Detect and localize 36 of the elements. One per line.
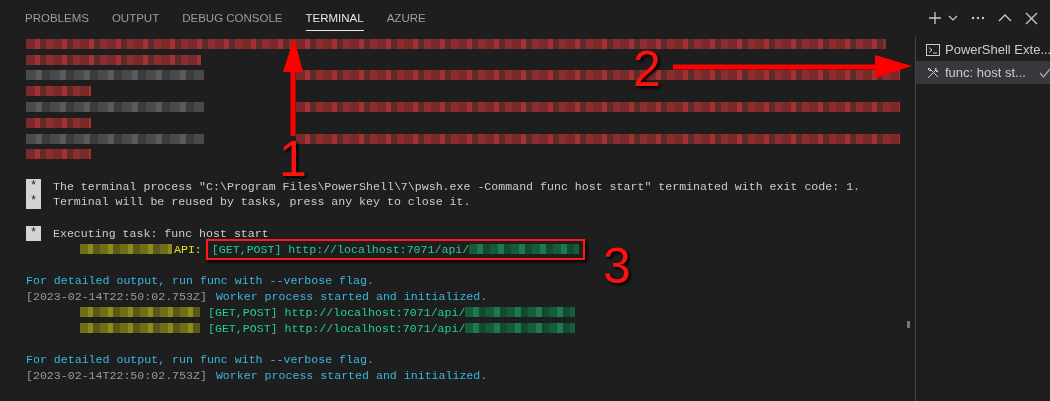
asterisk-badge: * xyxy=(26,178,41,194)
panel-tab[interactable]: OUTPUT xyxy=(111,5,160,31)
panel-tab[interactable]: TERMINAL xyxy=(305,5,364,31)
timestamp: [2023-02-14T22:50:02.753Z] xyxy=(26,290,207,304)
terminal-line: Worker process started and initialized. xyxy=(215,369,488,383)
caret-up-icon[interactable] xyxy=(998,14,1012,22)
route-url: [GET,POST] http://localhost:7071/api/ xyxy=(208,305,466,319)
add-icon[interactable] xyxy=(928,11,942,25)
scrollbar-thumb[interactable] xyxy=(907,321,910,328)
panel-tab[interactable]: DEBUG CONSOLE xyxy=(182,5,283,31)
annotation-number: 3 xyxy=(603,241,631,291)
timestamp: [2023-02-14T22:50:02.753Z] xyxy=(26,369,207,383)
terminal-line: Terminal will be reused by tasks, press any key to close it. xyxy=(53,195,471,209)
tools-icon xyxy=(926,65,940,80)
terminal-list-item[interactable]: PowerShell Exte... xyxy=(916,38,1050,61)
annotation-number: 2 xyxy=(633,44,661,94)
panel-tab[interactable]: AZURE xyxy=(386,5,426,31)
terminal-line: For detailed output, run func with --verbose flag. xyxy=(26,353,374,367)
more-icon[interactable] xyxy=(971,16,985,20)
terminal-line: The terminal process "C:\Program Files\PowerShell\7\pwsh.exe -Command func host start" terminated with exit code: 1. xyxy=(53,179,861,193)
terminal-line: Executing task: func host start xyxy=(53,226,269,240)
panel-tab[interactable]: PROBLEMS xyxy=(25,5,89,31)
terminal-line: Worker process started and initialized. xyxy=(215,290,488,304)
redacted-block xyxy=(26,86,91,97)
redacted-block xyxy=(26,117,91,128)
chevron-down-icon[interactable] xyxy=(948,15,958,21)
terminal-list-item[interactable]: func: host st... xyxy=(916,61,1050,84)
terminal-line: For detailed output, run func with --verbose flag. xyxy=(26,274,374,288)
redacted-block xyxy=(26,149,91,160)
terminal-icon xyxy=(926,42,940,57)
asterisk-badge: * xyxy=(26,225,41,241)
route-url: [GET,POST] http://localhost:7071/api/ xyxy=(208,321,466,335)
route-url: [GET,POST] http://localhost:7071/api/ xyxy=(211,242,470,256)
asterisk-badge: * xyxy=(26,194,41,210)
close-icon[interactable] xyxy=(1025,11,1038,25)
api-label: API: xyxy=(174,242,202,256)
